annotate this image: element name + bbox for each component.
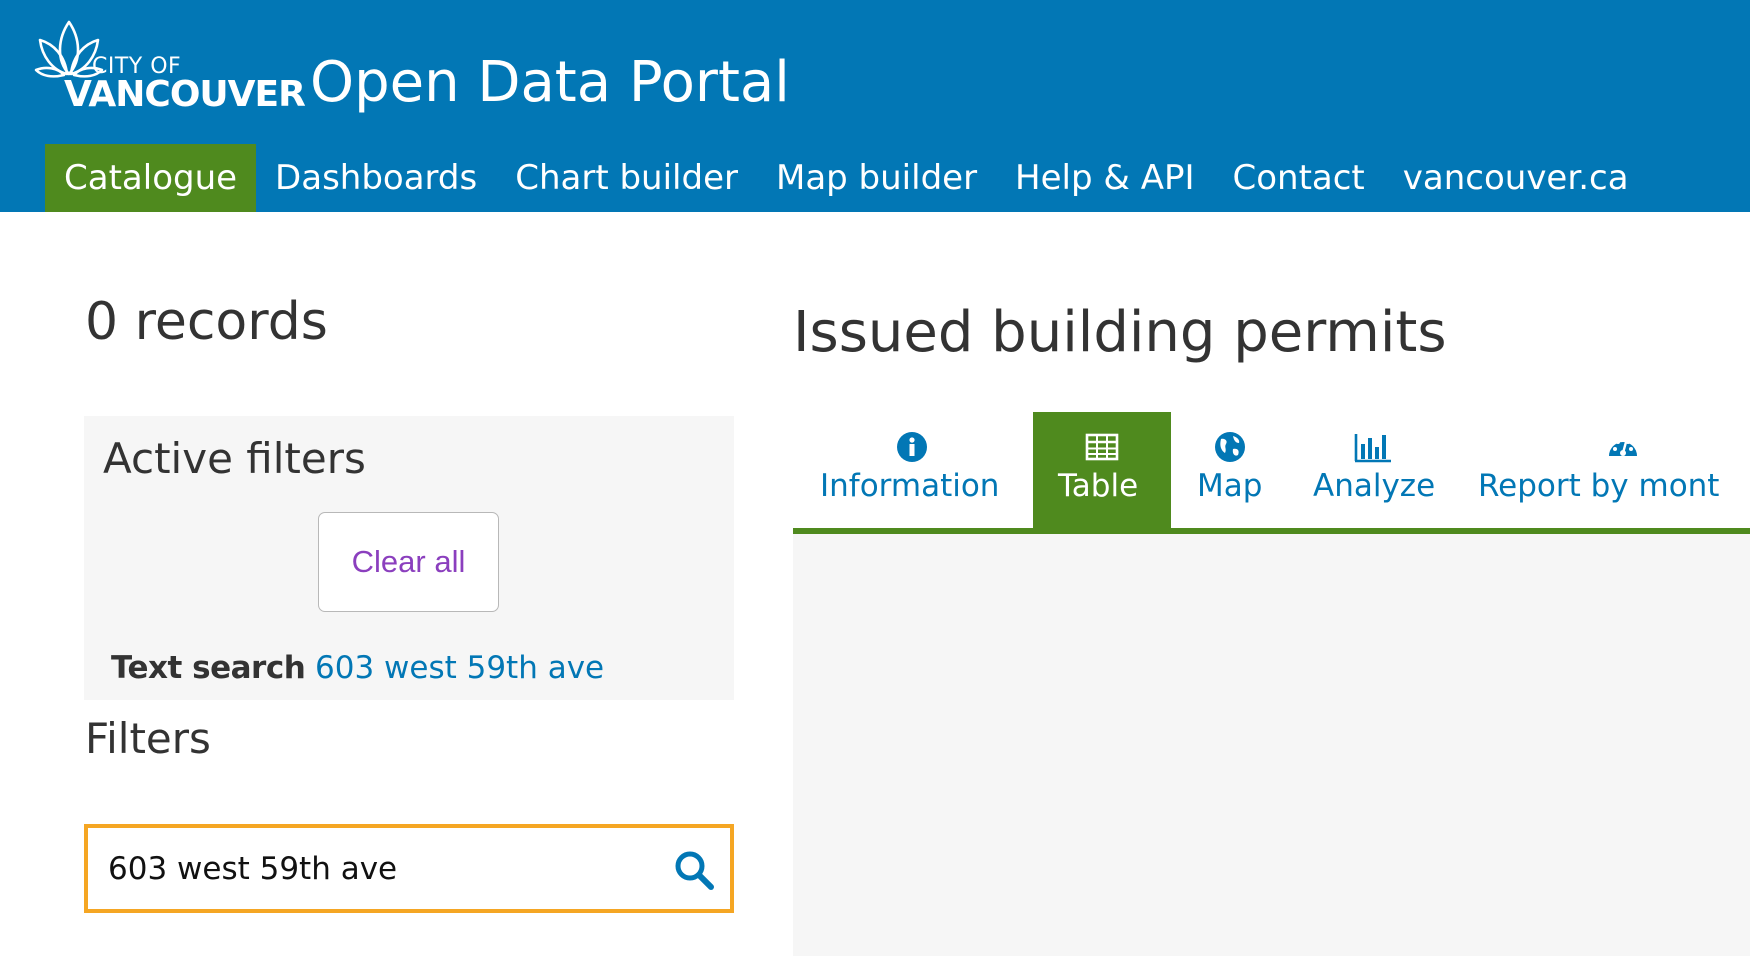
dataset-title: Issued building permits bbox=[793, 300, 1447, 365]
logo-vancouver-text: VANCOUVER bbox=[64, 74, 306, 115]
nav-item-catalogue[interactable]: Catalogue bbox=[45, 144, 257, 212]
city-of-vancouver-logo[interactable]: CITY OF VANCOUVER bbox=[30, 12, 306, 115]
text-search-filter-value[interactable]: 603 west 59th ave bbox=[315, 650, 604, 686]
clear-all-button[interactable]: Clear all bbox=[318, 512, 499, 612]
search-input[interactable] bbox=[108, 846, 648, 892]
tab-table[interactable]: Table bbox=[1033, 412, 1171, 528]
nav-item-map-builder[interactable]: Map builder bbox=[757, 144, 996, 212]
nav-item-chart-builder[interactable]: Chart builder bbox=[496, 144, 757, 212]
portal-title[interactable]: Open Data Portal bbox=[310, 50, 790, 115]
active-filters-panel: Active filters Clear all Text search 603… bbox=[84, 416, 734, 700]
table-content-area bbox=[793, 534, 1750, 956]
active-filters-title: Active filters bbox=[103, 434, 366, 483]
dashboard-gauge-icon bbox=[1606, 430, 1640, 464]
info-icon bbox=[895, 430, 929, 464]
table-icon bbox=[1085, 430, 1119, 464]
filters-title: Filters bbox=[85, 714, 211, 763]
bar-chart-icon bbox=[1353, 430, 1391, 464]
tab-map[interactable]: Map bbox=[1171, 412, 1291, 528]
nav-item-vancouver-ca[interactable]: vancouver.ca bbox=[1384, 144, 1648, 212]
tab-table-label: Table bbox=[1058, 468, 1139, 504]
tab-map-label: Map bbox=[1197, 468, 1263, 504]
main-nav: Catalogue Dashboards Chart builder Map b… bbox=[45, 144, 1648, 212]
search-icon[interactable] bbox=[672, 848, 716, 892]
tab-information[interactable]: Information bbox=[793, 412, 1033, 528]
site-header: CITY OF VANCOUVER Open Data Portal Catal… bbox=[0, 0, 1750, 212]
tab-analyze-label: Analyze bbox=[1313, 468, 1436, 504]
nav-item-contact[interactable]: Contact bbox=[1213, 144, 1383, 212]
dataset-tabs: Information Table Map Analyze Report by … bbox=[793, 412, 1750, 534]
nav-item-help-api[interactable]: Help & API bbox=[996, 144, 1213, 212]
search-box bbox=[84, 824, 734, 913]
tab-analyze[interactable]: Analyze bbox=[1291, 412, 1456, 528]
tab-report-by-month[interactable]: Report by mont bbox=[1456, 412, 1750, 528]
globe-icon bbox=[1213, 430, 1247, 464]
nav-item-dashboards[interactable]: Dashboards bbox=[256, 144, 496, 212]
tab-report-by-month-label: Report by mont bbox=[1478, 468, 1720, 504]
records-count: 0 records bbox=[85, 292, 328, 352]
tab-information-label: Information bbox=[820, 468, 1000, 504]
text-search-label: Text search bbox=[111, 650, 306, 686]
